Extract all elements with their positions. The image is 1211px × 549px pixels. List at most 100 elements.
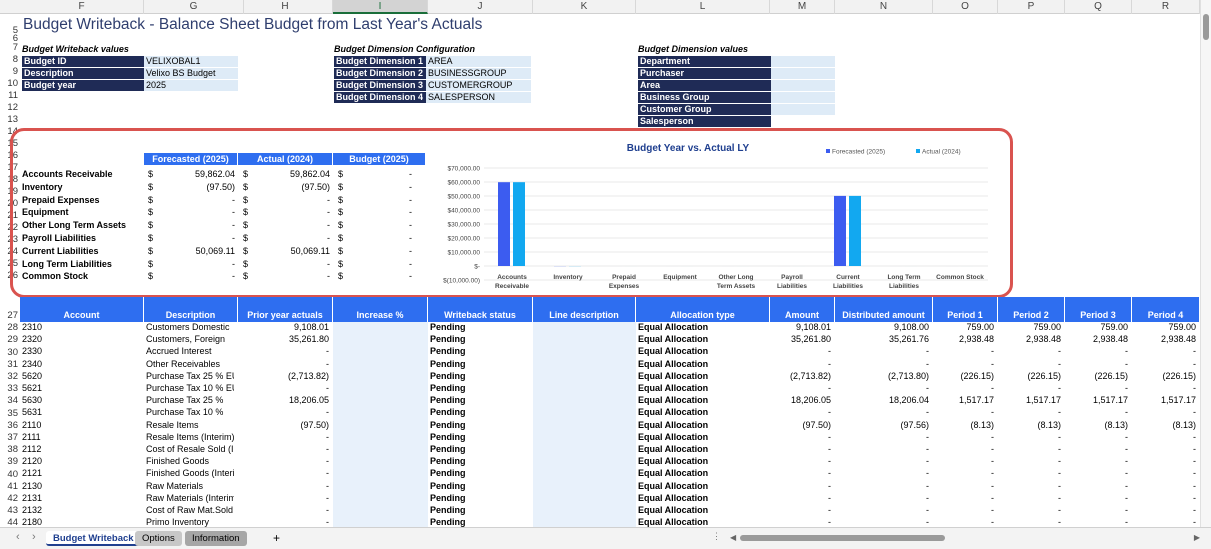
row-number[interactable]: 13	[0, 114, 18, 125]
writeback-value[interactable]: VELIXOBAL1	[144, 56, 238, 67]
row-number[interactable]: 39	[0, 456, 18, 467]
scroll-left-arrow-icon[interactable]: ◀	[730, 533, 736, 543]
row-number[interactable]: 36	[0, 420, 18, 431]
table-cell: Pending	[430, 419, 466, 430]
row-number[interactable]: 33	[0, 383, 18, 394]
table-header-cell[interactable]: Description	[144, 297, 238, 322]
table-header-cell[interactable]: Allocation type	[636, 297, 770, 322]
column-header-m[interactable]: M	[770, 0, 835, 14]
row-number[interactable]: 29	[0, 334, 18, 345]
table-cell: Resale Items	[146, 419, 199, 430]
more-options-icon[interactable]: ⋮	[712, 531, 721, 542]
column-header-g[interactable]: G	[144, 0, 244, 14]
table-header-cell[interactable]: Prior year actuals	[238, 297, 333, 322]
column-header-h[interactable]: H	[238, 0, 333, 14]
tab-budget-writeback[interactable]: Budget Writeback	[46, 531, 141, 546]
writeback-value[interactable]: 2025	[144, 80, 238, 91]
column-header-f[interactable]: F	[20, 0, 144, 14]
tab-options[interactable]: Options	[135, 531, 182, 546]
row-number[interactable]: 10	[0, 78, 18, 89]
table-cell: 1,517.17	[1160, 395, 1196, 406]
row-number[interactable]: 34	[0, 395, 18, 406]
row-number[interactable]: 32	[0, 371, 18, 382]
row-number[interactable]: 9	[0, 66, 18, 77]
column-header-i[interactable]: I	[333, 0, 428, 14]
table-cell: 5631	[22, 407, 43, 418]
row-number[interactable]: 30	[0, 347, 18, 358]
horizontal-scroll-thumb[interactable]	[740, 535, 945, 541]
table-cell: 35,261.80	[288, 334, 329, 345]
dimconfig-value[interactable]: SALESPERSON	[426, 92, 531, 103]
table-cell: 2111	[22, 431, 41, 442]
table-cell: Equal Allocation	[638, 358, 709, 369]
table-header-cell[interactable]: Writeback status	[428, 297, 533, 322]
dimconfig-value[interactable]: CUSTOMERGROUP	[426, 80, 531, 91]
row-number[interactable]: 12	[0, 102, 18, 113]
table-cell: -	[1193, 492, 1196, 503]
dimvalue-input[interactable]	[771, 80, 835, 91]
scroll-right-arrow-icon[interactable]: ▶	[1194, 533, 1200, 543]
table-cell: -	[326, 346, 329, 357]
table-cell: -	[326, 505, 329, 515]
table-cell: -	[326, 468, 329, 479]
table-cell: Pending	[430, 517, 466, 528]
table-header-cell[interactable]: Period 3	[1065, 297, 1132, 322]
row-number[interactable]: 8	[0, 54, 18, 65]
tab-scroll-left-icon[interactable]: ‹	[16, 531, 20, 543]
table-header-cell[interactable]: Increase %	[333, 297, 428, 322]
dimconfig-value[interactable]: AREA	[426, 56, 531, 67]
row-number[interactable]: 42	[0, 493, 18, 504]
dimconfig-value[interactable]: BUSINESSGROUP	[426, 68, 531, 79]
row-number[interactable]: 27	[0, 310, 18, 321]
column-header-k[interactable]: K	[533, 0, 636, 14]
table-header-cell[interactable]: Period 1	[933, 297, 998, 322]
table-header-cell[interactable]: Period 2	[998, 297, 1065, 322]
vertical-scroll-thumb[interactable]	[1203, 14, 1209, 40]
column-header-j[interactable]: J	[428, 0, 533, 14]
writeback-value[interactable]: Velixo BS Budget	[144, 68, 238, 79]
tab-information[interactable]: Information	[185, 531, 247, 546]
column-header-n[interactable]: N	[835, 0, 933, 14]
table-cell: -	[991, 480, 994, 491]
table-cell: Equal Allocation	[638, 322, 709, 332]
dimvalue-input[interactable]	[771, 68, 835, 79]
dimvalue-input[interactable]	[771, 56, 835, 67]
table-header-cell[interactable]: Amount	[770, 297, 835, 322]
table-cell: -	[926, 456, 929, 467]
dimvalue-input[interactable]	[771, 92, 835, 103]
table-header-cell[interactable]: Account	[20, 297, 144, 322]
column-header-r[interactable]: R	[1132, 0, 1200, 14]
summary-row-label: Equipment	[22, 207, 69, 218]
row-number[interactable]: 37	[0, 432, 18, 443]
vertical-scrollbar[interactable]	[1200, 0, 1211, 527]
x-tick-label: Payroll	[781, 274, 803, 281]
row-number[interactable]: 38	[0, 444, 18, 455]
x-tick-label-2: Receivable	[495, 283, 529, 290]
table-header-cell[interactable]: Distributed amount	[835, 297, 933, 322]
row-number[interactable]: 31	[0, 359, 18, 370]
row-number[interactable]: 35	[0, 408, 18, 419]
row-number[interactable]: 41	[0, 481, 18, 492]
summary-value-a: -	[327, 220, 330, 231]
add-sheet-button[interactable]: +	[266, 531, 287, 546]
row-number[interactable]: 28	[0, 322, 18, 333]
table-header-cell[interactable]: Period 4	[1132, 297, 1200, 322]
table-cell: 2130	[22, 480, 43, 491]
horizontal-scrollbar[interactable]: ◀ ▶	[730, 533, 1200, 543]
dimvalue-input[interactable]	[771, 104, 835, 115]
y-tick-label: $20,000.00	[447, 236, 480, 243]
column-header-o[interactable]: O	[933, 0, 998, 14]
column-header-l[interactable]: L	[636, 0, 770, 14]
table-cell: (2,713.82)	[789, 370, 831, 381]
row-number[interactable]: 7	[0, 42, 18, 53]
table-cell: -	[991, 444, 994, 454]
row-number[interactable]: 11	[0, 90, 18, 101]
column-header-p[interactable]: P	[998, 0, 1065, 14]
tab-scroll-right-icon[interactable]: ›	[32, 531, 36, 543]
summary-value-b: -	[409, 169, 412, 179]
table-header-cell[interactable]: Line description	[533, 297, 636, 322]
table-cell: 5620	[22, 370, 43, 381]
column-header-q[interactable]: Q	[1065, 0, 1132, 14]
row-number[interactable]: 43	[0, 505, 18, 516]
row-number[interactable]: 40	[0, 469, 18, 480]
